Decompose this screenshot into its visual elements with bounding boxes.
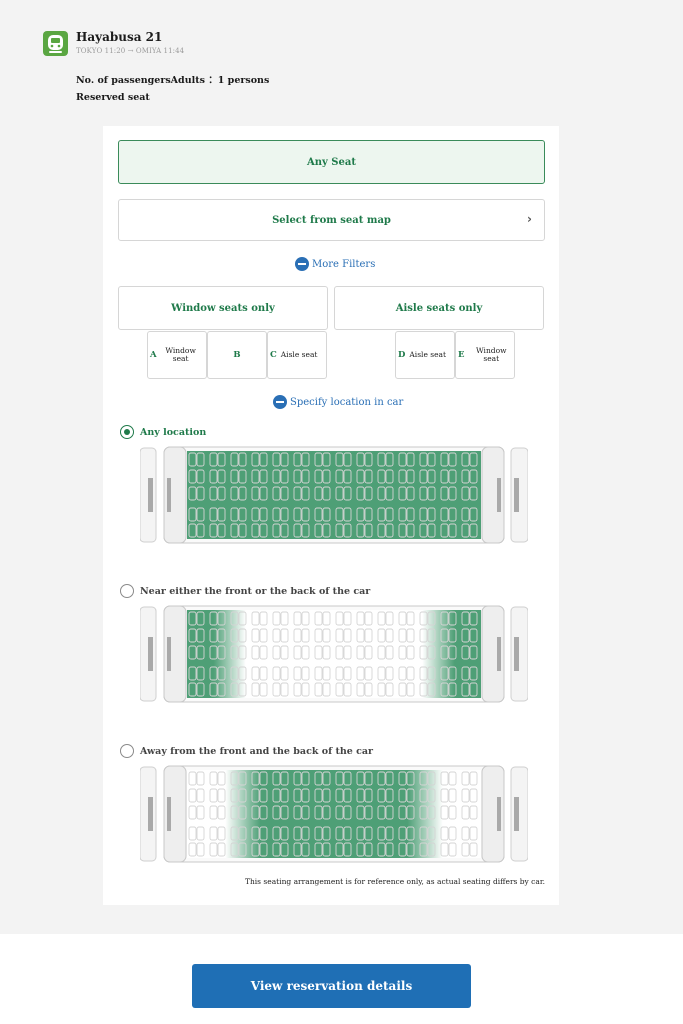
seat-map-label: Select from seat map (272, 214, 391, 226)
page-background: Hayabusa 21 TOKYO 11:20 → OMIYA 11:44 No… (0, 0, 683, 934)
train-icon (43, 31, 68, 56)
any-seat-button[interactable]: Any Seat (118, 140, 545, 184)
seat-letter: A (150, 350, 157, 360)
location-ends-radio[interactable]: Near either the front or the back of the… (120, 584, 370, 598)
seat-label: Window seat (475, 346, 507, 363)
seat-class: Reserved seat (76, 92, 150, 103)
car-map-ends (140, 605, 528, 703)
car-map-middle (140, 765, 528, 863)
window-seats-only-button[interactable]: Window seats only (118, 286, 328, 330)
seat-label: Aisle seat (280, 350, 318, 360)
seat-letter: B (233, 350, 241, 360)
seating-note: This seating arrangement is for referenc… (244, 877, 545, 886)
seat-d-button[interactable]: D Aisle seat (395, 331, 455, 379)
train-name: Hayabusa 21 (76, 30, 163, 44)
location-middle-radio[interactable]: Away from the front and the back of the … (120, 744, 373, 758)
more-filters-toggle[interactable]: More Filters (295, 257, 375, 271)
passenger-count: No. of passengersAdults ：1 persons (76, 75, 270, 86)
radio-label: Near either the front or the back of the… (140, 585, 371, 597)
specify-location-toggle[interactable]: Specify location in car (273, 395, 403, 409)
seat-e-button[interactable]: E Window seat (455, 331, 515, 379)
train-route: TOKYO 11:20 → OMIYA 11:44 (76, 47, 185, 55)
seat-map-button[interactable]: Select from seat map › (118, 199, 545, 241)
seat-letter: E (458, 350, 465, 360)
minus-circle-icon (295, 257, 309, 271)
chevron-right-icon: › (527, 212, 532, 226)
seat-label: Window seat (165, 346, 196, 363)
radio-unchecked-icon (120, 744, 134, 758)
seat-letter: C (270, 350, 277, 360)
location-any-radio[interactable]: Any location (120, 425, 206, 439)
seat-letter: D (398, 350, 406, 360)
seat-selection-card: Any Seat Select from seat map › More Fil… (103, 126, 559, 905)
seat-a-button[interactable]: A Window seat (147, 331, 207, 379)
radio-unchecked-icon (120, 584, 134, 598)
car-map-any-location (140, 446, 528, 544)
view-reservation-details-button[interactable]: View reservation details (192, 964, 471, 1008)
seat-b-button[interactable]: B (207, 331, 267, 379)
seat-label: Aisle seat (409, 350, 447, 360)
seat-c-button[interactable]: C Aisle seat (267, 331, 327, 379)
more-filters-label: More Filters (312, 258, 376, 270)
radio-label: Any location (140, 426, 207, 438)
minus-circle-icon (273, 395, 287, 409)
specify-location-label: Specify location in car (290, 396, 404, 408)
radio-checked-icon (120, 425, 134, 439)
aisle-seats-only-button[interactable]: Aisle seats only (334, 286, 544, 330)
radio-label: Away from the front and the back of the … (140, 745, 374, 757)
